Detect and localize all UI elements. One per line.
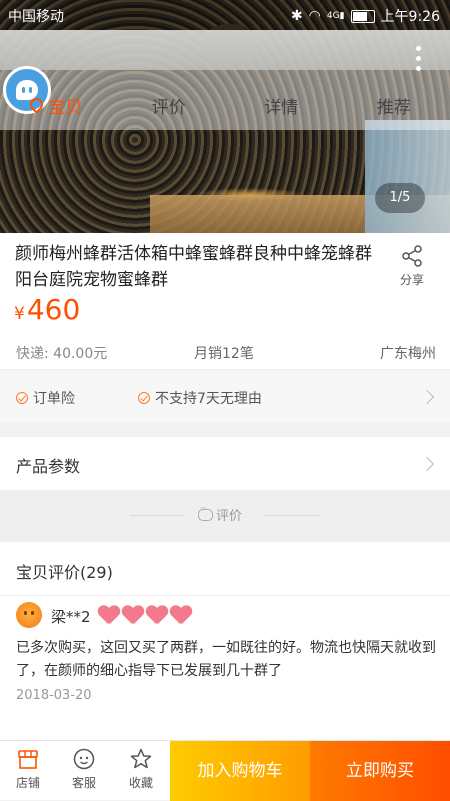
heart-icon: [170, 604, 192, 624]
reviews-heading[interactable]: 宝贝评价(29): [16, 559, 113, 583]
favorite-button[interactable]: 收藏: [113, 747, 169, 791]
tab-reviews[interactable]: 评价: [113, 90, 226, 126]
reviews-section: 宝贝评价(29) 梁**2 已多次购买，这回又买了两群，一如既往的好。物流也快隔…: [0, 542, 450, 740]
tab-label: 宝贝: [48, 98, 82, 118]
product-title: 颜师梅州蜂群活体箱中蜂蜜蜂群良种中蜂笼蜂群阳台庭院宠物蜜蜂群: [15, 241, 375, 293]
divider-title: 评价: [198, 505, 242, 524]
review-date: 2018-03-20: [16, 688, 92, 703]
ship-location: 广东梅州: [380, 343, 436, 363]
separator: [0, 595, 450, 596]
share-icon: [401, 245, 423, 267]
bluetooth-icon: ✱: [291, 8, 303, 24]
heart-icon: [122, 604, 144, 624]
carrier-label: 中国移动: [8, 6, 64, 26]
network-type: 4G: [327, 11, 340, 21]
params-label: 产品参数: [16, 453, 80, 477]
section-tabs: 宝贝 评价 详情 推荐: [0, 90, 450, 126]
star-icon: [129, 747, 153, 771]
buy-now-button[interactable]: 立即购买: [310, 741, 450, 801]
guarantee-label: 订单险: [33, 388, 75, 408]
wifi-icon: ◠: [309, 8, 321, 24]
product-params-row[interactable]: 产品参数: [0, 437, 450, 490]
status-bar: 中国移动 ✱ ◠ 4G▮ 上午9:26: [0, 0, 450, 30]
add-to-cart-button[interactable]: 加入购物车: [170, 741, 310, 801]
service-label: 客服: [72, 776, 96, 790]
guarantee-item: 不支持7天无理由: [138, 388, 262, 408]
tab-details[interactable]: 详情: [225, 90, 338, 126]
product-meta: 快递: 40.00元 月销12笔 广东梅州: [16, 343, 436, 363]
share-label: 分享: [400, 273, 424, 287]
shop-label: 店铺: [16, 776, 40, 790]
signal-icon: 4G▮: [327, 11, 345, 21]
comment-icon: [198, 509, 213, 521]
check-circle-icon: [16, 392, 28, 404]
tab-item[interactable]: 宝贝: [0, 90, 113, 126]
review-text: 已多次购买，这回又买了两群，一如既往的好。物流也快隔天就收到了，在颜师的细心指导…: [16, 637, 436, 683]
price-value: 460: [27, 293, 80, 326]
service-guarantees[interactable]: 订单险 不支持7天无理由: [0, 371, 450, 423]
location-pin-icon: [28, 95, 46, 113]
battery-icon: [351, 10, 375, 23]
shipping-fee: 快递: 40.00元: [16, 346, 107, 362]
reviews-divider: 评价: [0, 490, 450, 542]
avatar: [16, 602, 42, 628]
review-username: 梁**2: [51, 606, 91, 627]
favorite-label: 收藏: [129, 776, 153, 790]
divider-line: [130, 515, 185, 516]
divider-label: 评价: [216, 505, 242, 524]
chevron-right-icon: [420, 390, 434, 404]
more-options-icon[interactable]: [416, 46, 422, 71]
chevron-right-icon: [420, 457, 434, 471]
shop-button[interactable]: 店铺: [0, 747, 56, 791]
bottom-action-bar: 店铺 客服 收藏 加入购物车 立即购买: [0, 740, 450, 800]
chat-face-icon: [72, 747, 96, 771]
gallery-pager: 1/5: [375, 183, 425, 213]
guarantee-item: 订单险: [16, 388, 75, 408]
tab-recommend[interactable]: 推荐: [338, 90, 450, 126]
share-button[interactable]: 分享: [392, 245, 432, 288]
guarantee-label: 不支持7天无理由: [155, 388, 262, 408]
shop-icon: [16, 747, 40, 771]
check-circle-icon: [138, 392, 150, 404]
heart-icon: [146, 604, 168, 624]
divider-line: [265, 515, 320, 516]
buyer-level-hearts: [98, 604, 192, 624]
monthly-sales: 月销12笔: [194, 343, 254, 363]
background-sky: [365, 120, 450, 233]
heart-icon: [98, 604, 120, 624]
clock: 上午9:26: [381, 6, 440, 26]
product-price: ¥460: [14, 293, 80, 326]
product-info: 颜师梅州蜂群活体箱中蜂蜜蜂群良种中蜂笼蜂群阳台庭院宠物蜜蜂群 分享 ¥460 快…: [0, 233, 450, 369]
currency-symbol: ¥: [14, 304, 25, 324]
customer-service-button[interactable]: 客服: [56, 747, 112, 791]
